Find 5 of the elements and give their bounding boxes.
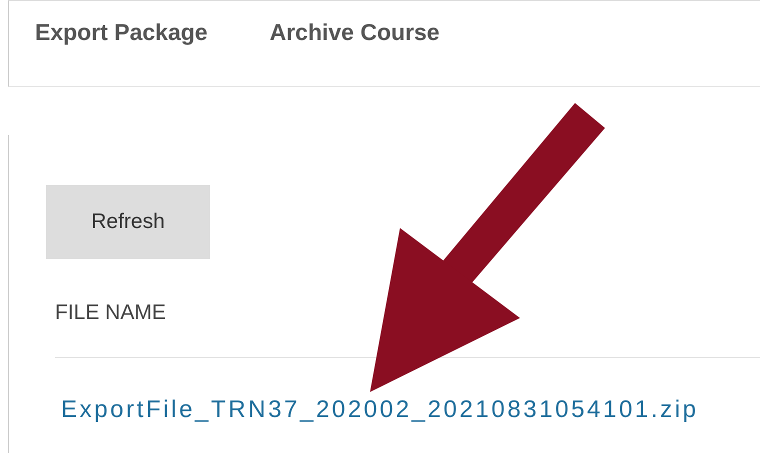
refresh-button[interactable]: Refresh (46, 185, 210, 259)
column-header: FILE NAME (55, 301, 167, 326)
file-link[interactable]: ExportFile_TRN37_202002_20210831054101.zip (61, 396, 699, 423)
tab[interactable]: Export Package (35, 19, 208, 46)
tab[interactable]: Archive Course (270, 19, 440, 46)
